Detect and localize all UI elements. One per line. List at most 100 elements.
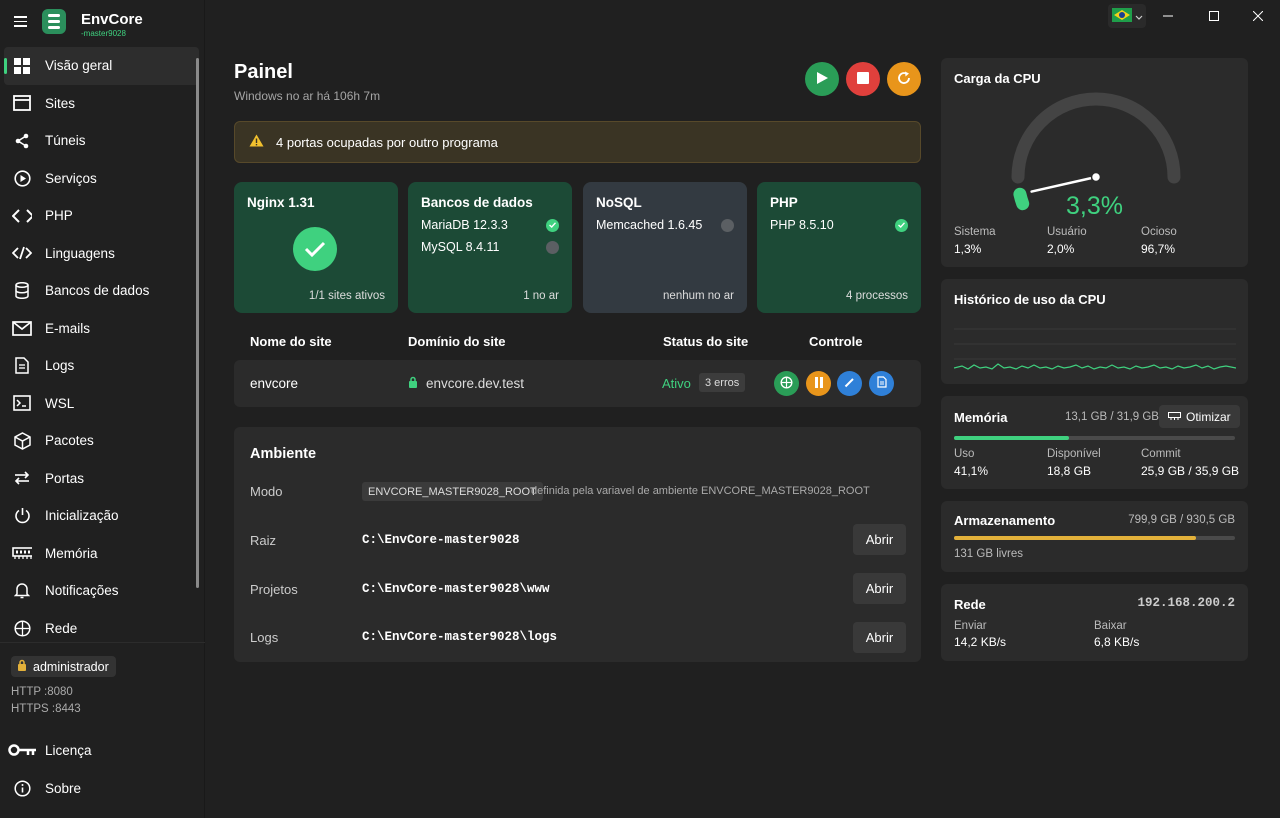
sidebar-nav: Visão geral Sites Túneis Serviços PHP Li… [0,47,205,647]
sidebar-item-memoria[interactable]: Memória [0,535,205,573]
sidebar-item-inicializacao[interactable]: Inicialização [0,497,205,535]
sidebar-item-label: Logs [45,358,75,374]
sidebar: EnvCore -master9028 Visão geral Sites Tú… [0,0,205,818]
sidebar-item-label: Serviços [45,170,97,186]
status-ok-icon [546,218,559,232]
app-name: EnvCore [81,11,143,28]
brand: EnvCore -master9028 [0,0,205,44]
app-window: EnvCore -master9028 Visão geral Sites Tú… [0,0,1280,818]
open-logs-button[interactable]: Abrir [853,622,906,653]
path-value-raiz: C:\EnvCore-master9028 [362,533,520,547]
sidebar-item-logs[interactable]: Logs [0,347,205,385]
pencil-icon [844,376,855,391]
panel-title: Carga da CPU [954,71,1041,86]
pause-site-button[interactable] [806,371,831,396]
sidebar-item-pacotes[interactable]: Pacotes [0,422,205,460]
storage-summary: 799,9 GB / 930,5 GB [1128,514,1235,526]
memory-panel: Memória 13,1 GB / 31,9 GB Otimizar Uso 4… [941,396,1248,489]
ip-address: 192.168.200.2 [1137,596,1235,610]
memory-summary: 13,1 GB / 31,9 GB [1065,411,1159,423]
restart-all-button[interactable] [887,62,921,96]
card-title: Bancos de dados [421,195,533,210]
php-card[interactable]: PHP PHP 8.5.10 4 processos [757,182,921,313]
stat-value: 14,2 KB/s [954,635,1007,649]
storage-bar [954,536,1235,540]
sidebar-item-label: Visão geral [45,58,113,74]
nosql-card[interactable]: NoSQL Memcached 1.6.45 nenhum no ar [583,182,747,313]
optimize-button[interactable]: Otimizar [1159,405,1240,428]
site-domain-link[interactable]: envcore.dev.test [408,376,524,391]
databases-card[interactable]: Bancos de dados MariaDB 12.3.3 MySQL 8.4… [408,182,572,313]
path-label-projetos: Projetos [250,582,298,597]
minimize-button[interactable] [1153,6,1183,26]
cpu-history-panel: Histórico de uso da CPU [941,279,1248,384]
sidebar-item-linguagens[interactable]: Linguagens [0,235,205,273]
gauge-track [1011,92,1181,184]
code-slash-icon [12,243,32,263]
sidebar-item-php[interactable]: PHP [0,197,205,235]
service-row: Memcached 1.6.45 [596,218,734,232]
sidebar-item-label: Inicialização [45,508,119,524]
share-icon [12,131,32,151]
open-raiz-button[interactable]: Abrir [853,524,906,555]
stat-value: 2,0% [1047,242,1075,256]
edit-site-button[interactable] [837,371,862,396]
package-icon [12,431,32,451]
start-all-button[interactable] [805,62,839,96]
globe-icon [12,618,32,638]
close-button[interactable] [1243,6,1273,26]
database-icon [12,281,32,301]
stat-label: Usuário [1047,226,1087,238]
license-link[interactable]: Licença [8,736,92,764]
http-port: HTTP :8080 [11,686,73,698]
open-projetos-button[interactable]: Abrir [853,573,906,604]
site-logs-button[interactable] [869,371,894,396]
stop-all-button[interactable] [846,62,880,96]
stat-label: Baixar [1094,620,1127,632]
nginx-card[interactable]: Nginx 1.31 1/1 sites ativos [234,182,398,313]
service-row: PHP 8.5.10 [770,218,908,232]
sidebar-item-label: Memória [45,545,98,561]
stat-value: 1,3% [954,242,982,256]
stat-label: Sistema [954,226,996,238]
sidebar-item-notificacoes[interactable]: Notificações [0,572,205,610]
hamburger-menu-icon[interactable] [14,13,32,31]
status-off-icon [546,240,559,254]
cpu-history-graph [954,328,1236,370]
document-icon [876,376,887,391]
language-selector[interactable] [1108,4,1146,28]
sidebar-item-wsl[interactable]: WSL [0,385,205,423]
info-icon [8,778,36,798]
document-icon [12,356,32,376]
error-count-badge[interactable]: 3 erros [699,373,746,392]
maximize-button[interactable] [1199,6,1229,26]
card-footer: 4 processos [845,290,908,302]
sidebar-item-e-mails[interactable]: E-mails [0,310,205,348]
sidebar-item-tuneis[interactable]: Túneis [0,122,205,160]
close-icon [1252,9,1264,24]
panel-title: Rede [954,597,986,612]
column-header-domain: Domínio do site [408,334,506,349]
sidebar-item-portas[interactable]: Portas [0,460,205,498]
sidebar-item-visao-geral[interactable]: Visão geral [4,47,199,85]
sidebar-item-label: E-mails [45,320,91,336]
globe-icon [780,375,793,392]
stat-value: 96,7% [1141,242,1176,256]
sidebar-item-bancos-de-dados[interactable]: Bancos de dados [0,272,205,310]
card-footer: nenhum no ar [663,290,734,302]
storage-panel: Armazenamento 799,9 GB / 930,5 GB 131 GB… [941,501,1248,572]
sidebar-item-servicos[interactable]: Serviços [0,160,205,198]
open-site-button[interactable] [774,371,799,396]
chevron-down-icon [1135,9,1143,24]
sidebar-item-label: Linguagens [45,245,115,261]
service-row: MariaDB 12.3.3 [421,218,559,232]
site-status: Ativo [662,376,691,391]
sidebar-item-label: WSL [45,395,75,411]
code-icon [12,206,32,226]
pause-icon [814,376,824,391]
stat-label: Commit [1141,448,1181,460]
sidebar-scrollbar[interactable] [196,58,199,588]
sidebar-item-sites[interactable]: Sites [0,85,205,123]
warning-text: 4 portas ocupadas por outro programa [276,134,498,150]
about-link[interactable]: Sobre [8,774,81,802]
